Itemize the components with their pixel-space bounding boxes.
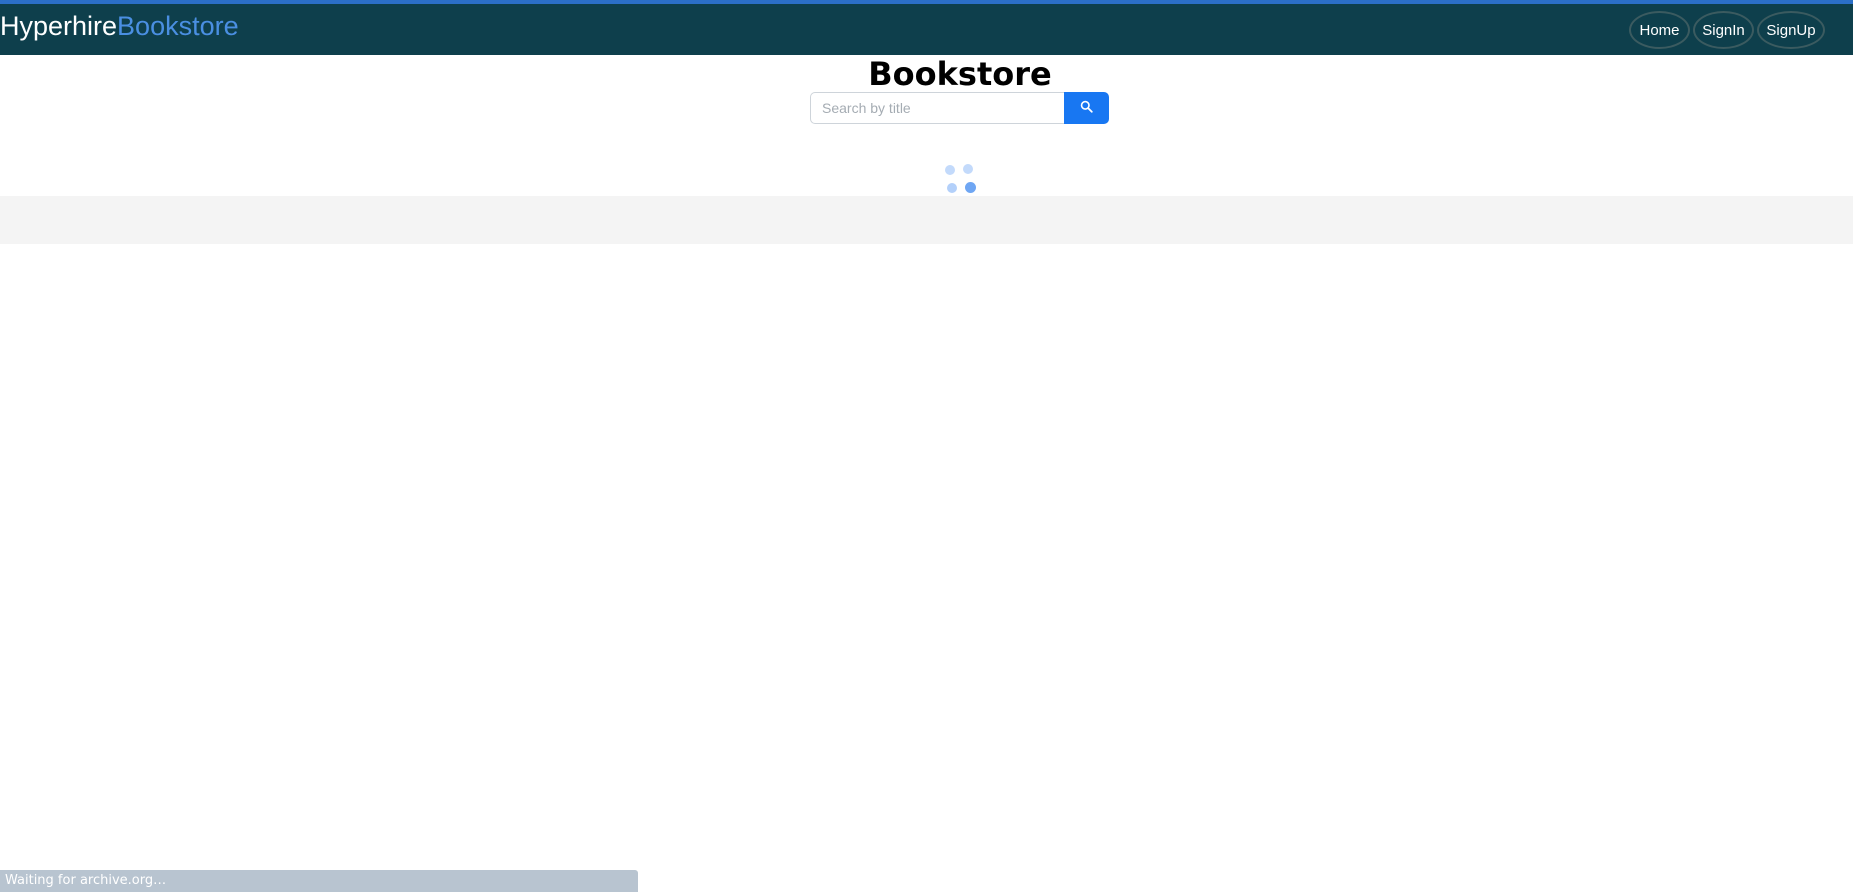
home-button[interactable]: Home: [1629, 11, 1690, 49]
search-button[interactable]: [1064, 92, 1109, 124]
nav-buttons: Home SignIn SignUp: [1629, 11, 1825, 49]
brand-logo[interactable]: HyperhireBookstore: [0, 10, 239, 42]
signin-button[interactable]: SignIn: [1693, 11, 1754, 49]
brand-name-primary: Hyperhire: [0, 11, 118, 41]
page-title: Bookstore: [868, 55, 1052, 93]
navbar: HyperhireBookstore Home SignIn SignUp: [0, 4, 1853, 55]
search-input[interactable]: [810, 92, 1064, 124]
page: HyperhireBookstore Home SignIn SignUp Bo…: [0, 0, 1853, 892]
brand-name-secondary: Bookstore: [117, 11, 239, 41]
signup-button[interactable]: SignUp: [1757, 11, 1825, 49]
search-group: [810, 92, 1109, 124]
browser-status-bar: Waiting for archive.org…: [0, 870, 638, 892]
search-icon: [1080, 100, 1093, 116]
content-placeholder-band: [0, 196, 1853, 244]
loading-spinner-icon: [940, 162, 980, 198]
